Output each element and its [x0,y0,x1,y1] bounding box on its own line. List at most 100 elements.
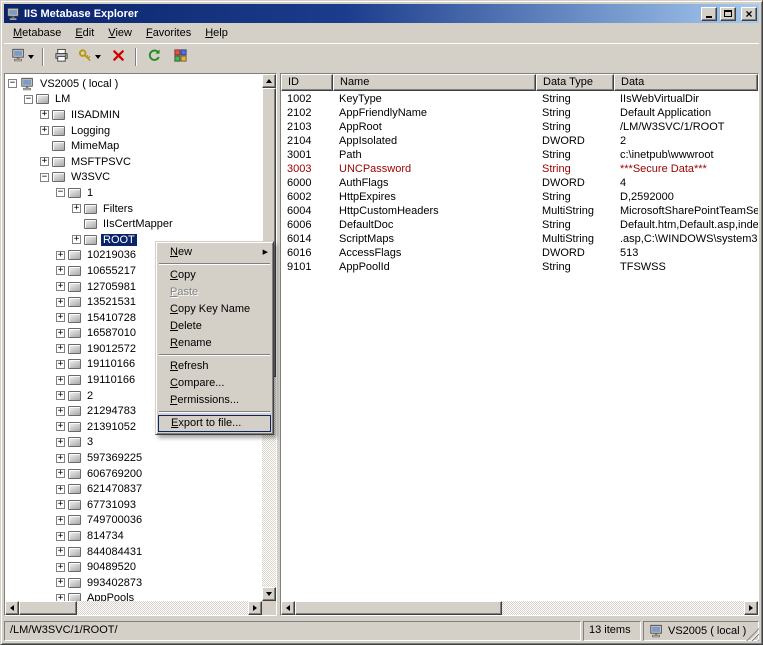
scroll-right-button[interactable] [744,601,758,615]
column-header-data-type[interactable]: Data Type [536,74,614,91]
delete-key-button[interactable] [105,46,131,68]
expand-plus-icon[interactable]: + [56,266,65,276]
scroll-left-button[interactable] [5,601,19,615]
tree-node[interactable]: +3 [5,435,262,451]
context-menu-item-new[interactable]: New ▶ [158,244,271,261]
expand-plus-icon[interactable]: + [72,235,81,245]
expand-plus-icon[interactable]: + [56,562,65,572]
expand-plus-icon[interactable]: + [56,297,65,307]
table-row[interactable]: 2103 AppRoot String/LM/W3SVC/1/ROOT [281,121,758,135]
refresh-button[interactable] [141,46,167,68]
list-horizontal-scrollbar[interactable] [281,601,758,615]
column-header-id[interactable]: ID [281,74,333,91]
expand-plus-icon[interactable]: + [56,359,65,369]
table-row[interactable]: 1002 KeyType String IIsWebVirtualDir [281,93,758,107]
connect-button[interactable] [7,46,38,68]
table-row[interactable]: 6002 HttpExpires String D,2592000 [281,191,758,205]
expand-plus-icon[interactable]: + [56,328,65,338]
expand-plus-icon[interactable]: + [56,547,65,557]
menubar-item-help[interactable]: Help [198,24,235,42]
table-row[interactable]: 2104 AppIsolated DWORD 2 [281,135,758,149]
expand-plus-icon[interactable]: + [56,391,65,401]
tree-node[interactable]: +814734 [5,528,262,544]
table-row[interactable]: 3003 UNCPassword String ***Secure Data*** [281,163,758,177]
expand-plus-icon[interactable]: + [56,484,65,494]
tree-node[interactable]: + AppPools [5,591,262,601]
new-key-button[interactable] [74,46,105,68]
table-row[interactable]: 6000 AuthFlags DWORD 4 [281,177,758,191]
context-menu-item-copy[interactable]: Copy [158,267,271,284]
tree-node[interactable]: +606769200 [5,466,262,482]
collapse-minus-icon[interactable]: − [56,188,65,198]
expand-plus-icon[interactable]: + [40,110,49,120]
expand-plus-icon[interactable]: + [40,126,49,136]
expand-plus-icon[interactable]: + [56,578,65,588]
scroll-down-button[interactable] [262,587,276,601]
table-row[interactable]: 9101 AppPoolId String TFSWSS [281,261,758,275]
tree-node[interactable]: + IISADMIN [5,107,262,123]
tree-node[interactable]: + Logging [5,123,262,139]
table-row[interactable]: 3001 Path String c:\inetpub\wwwroot [281,149,758,163]
context-menu-item-compare[interactable]: Compare... [158,375,271,392]
tree-node[interactable]: +844084431 [5,544,262,560]
expand-plus-icon[interactable]: + [56,500,65,510]
maximize-button[interactable] [720,6,736,21]
print-button[interactable] [48,46,74,68]
tree-node[interactable]: +67731093 [5,497,262,513]
expand-plus-icon[interactable]: + [56,313,65,323]
expand-plus-icon[interactable]: + [56,282,65,292]
expand-plus-icon[interactable]: + [56,344,65,354]
table-row[interactable]: 6016 AccessFlags DWORD 513 [281,247,758,261]
tree-node[interactable]: +90489520 [5,559,262,575]
context-menu-item-export-to-file[interactable]: Export to file... [158,415,271,432]
tree-hscroll-thumb[interactable] [19,601,77,615]
tree-node[interactable]: − VS2005 ( local ) [5,76,262,92]
context-menu-item-delete[interactable]: Delete [158,318,271,335]
context-menu-item-permissions[interactable]: Permissions... [158,392,271,409]
menubar-item-favorites[interactable]: Favorites [139,24,198,42]
tree-node[interactable]: +597369225 [5,450,262,466]
minimize-button[interactable] [701,6,717,21]
expand-plus-icon[interactable]: + [56,515,65,525]
collapse-minus-icon[interactable]: − [8,79,17,89]
tree-node[interactable]: IIsCertMapper [5,216,262,232]
collapse-minus-icon[interactable]: − [40,172,49,182]
menubar-item-edit[interactable]: Edit [68,24,101,42]
scroll-left-button[interactable] [281,601,295,615]
list-hscroll-track[interactable] [295,601,744,615]
expand-plus-icon[interactable]: + [56,453,65,463]
tree-node[interactable]: +749700036 [5,513,262,529]
expand-plus-icon[interactable]: + [40,157,49,167]
tree-horizontal-scrollbar[interactable] [5,601,262,615]
titlebar[interactable]: IIS Metabase Explorer [4,4,759,23]
table-row[interactable]: 6006 DefaultDoc String Default.htm,Default.… [281,219,758,233]
tree-node[interactable]: + Filters [5,201,262,217]
close-button[interactable] [741,6,757,21]
tree-node[interactable]: +621470837 [5,481,262,497]
table-row[interactable]: 6014 ScriptMaps MultiString .asp,C:\WINDOWS… [281,233,758,247]
context-menu-item-rename[interactable]: Rename [158,335,271,352]
column-header-name[interactable]: Name [333,74,536,91]
tree-node[interactable]: + MSFTPSVC [5,154,262,170]
tree-hscroll-track[interactable] [19,601,248,615]
column-header-data[interactable]: Data [614,74,758,91]
expand-plus-icon[interactable]: + [56,250,65,260]
expand-plus-icon[interactable]: + [56,437,65,447]
expand-plus-icon[interactable]: + [56,531,65,541]
table-row[interactable]: 6004 HttpCustomHeaders MultiString Microsof… [281,205,758,219]
context-menu-item-refresh[interactable]: Refresh [158,358,271,375]
permissions-button[interactable] [167,46,193,68]
list-hscroll-thumb[interactable] [295,601,502,615]
tree-node[interactable]: +993402873 [5,575,262,591]
tree-node[interactable]: MimeMap [5,138,262,154]
expand-plus-icon[interactable]: + [72,204,81,214]
expand-plus-icon[interactable]: + [56,469,65,479]
menubar-item-view[interactable]: View [101,24,139,42]
expand-plus-icon[interactable]: + [56,375,65,385]
tree-node[interactable]: −1 [5,185,262,201]
scroll-up-button[interactable] [262,74,276,88]
menubar-item-metabase[interactable]: Metabase [6,24,68,42]
expand-plus-icon[interactable]: + [56,593,65,601]
tree-node[interactable]: − W3SVC [5,170,262,186]
collapse-minus-icon[interactable]: − [24,94,33,104]
